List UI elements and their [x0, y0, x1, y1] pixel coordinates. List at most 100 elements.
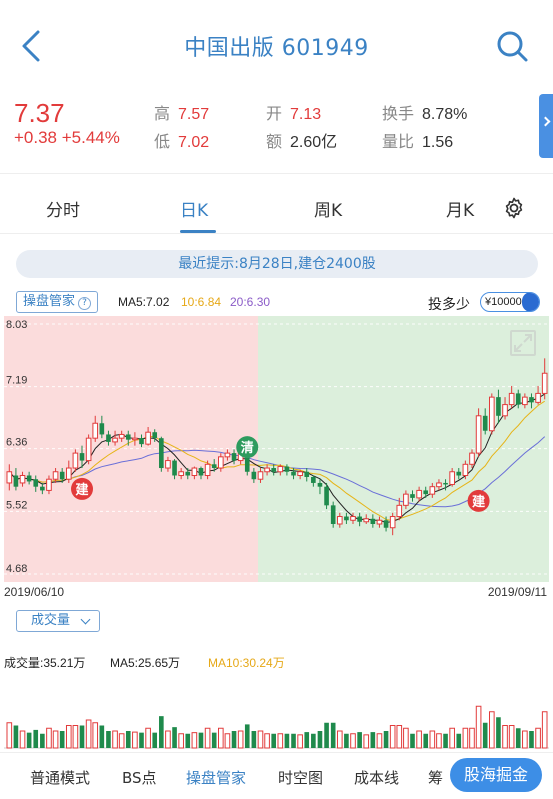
candle-body	[522, 396, 528, 406]
candle-body	[106, 434, 111, 442]
open-label: 开	[266, 104, 283, 123]
nav-bs-points[interactable]: BS点	[122, 767, 157, 788]
candle-body	[496, 397, 501, 416]
toggle-knob-icon	[522, 293, 539, 311]
volume-bar	[350, 733, 356, 749]
tab-monthly-k[interactable]: 月K	[446, 196, 474, 221]
tab-daily-k[interactable]: 日K	[180, 196, 208, 221]
candle-body	[99, 423, 105, 435]
volume-bar	[185, 733, 191, 748]
search-icon	[497, 31, 528, 62]
volume-bar	[515, 728, 521, 748]
candle-body	[145, 431, 151, 445]
volume-bar	[99, 725, 105, 748]
volume-bar	[449, 727, 455, 749]
expand-icon	[514, 334, 532, 352]
ma5-value: MA5:7.02	[118, 295, 170, 309]
indicator-row: 操盘管家? MA5:7.02 10:6.84 20:6.30 投多少 ¥1000…	[0, 290, 553, 316]
candle-body	[264, 467, 270, 473]
nav-space-time[interactable]: 时空图	[278, 767, 323, 788]
trade-marker-label: 建	[472, 494, 485, 510]
volume-bar	[231, 731, 237, 748]
volume-bar	[132, 731, 138, 749]
candle-body	[449, 471, 455, 485]
candle-body	[311, 476, 316, 483]
candle-body	[65, 467, 72, 480]
settings-button[interactable]	[502, 196, 526, 220]
invest-amount-selector[interactable]: ¥100000	[480, 292, 540, 312]
volume-bar	[376, 733, 383, 749]
y-tick-label: 6.36	[6, 437, 27, 449]
candle-body	[482, 415, 488, 431]
candle-body	[297, 471, 303, 476]
volume-bar	[496, 717, 501, 748]
trading-manager-button[interactable]: 操盘管家?	[16, 291, 99, 313]
volume-bar	[336, 730, 343, 749]
candle-body	[284, 466, 290, 472]
y-tick-label: 5.52	[6, 499, 27, 511]
candle-body	[344, 516, 349, 521]
kline-chart[interactable]: 8.03 7.19 6.36 5.52 4.68 建 清建	[0, 316, 553, 584]
nav-cost-line[interactable]: 成本线	[354, 767, 399, 788]
y-tick-label: 4.68	[6, 563, 27, 575]
candle-body	[489, 396, 495, 432]
nav-trading-manager[interactable]: 操盘管家	[186, 767, 246, 788]
candle-body	[132, 437, 138, 441]
candle-body	[191, 467, 198, 476]
volume-bar	[204, 727, 211, 749]
volume-bar	[85, 719, 92, 749]
volume-chart[interactable]	[0, 690, 553, 752]
volume-bar	[198, 732, 204, 748]
candle-body	[26, 475, 32, 482]
search-button[interactable]	[492, 26, 532, 66]
ma10-value: 10:6.84	[181, 295, 222, 309]
candle-body	[336, 516, 343, 525]
turnover-label: 换手	[382, 104, 415, 123]
candle-body	[185, 471, 191, 476]
volume-bar	[502, 725, 508, 749]
volume-bar	[423, 733, 429, 748]
volume-bar	[383, 731, 389, 748]
volume-indicator-dropdown[interactable]: 成交量	[16, 610, 100, 632]
tab-intraday[interactable]: 分时	[46, 196, 80, 221]
volume-bar	[145, 727, 151, 749]
candle-body	[317, 482, 323, 487]
candle-body	[92, 422, 99, 439]
side-drawer-tab[interactable]	[539, 94, 553, 158]
fullscreen-button[interactable]	[510, 330, 536, 356]
volume-bar	[237, 730, 244, 749]
volume-bar	[92, 722, 99, 749]
amount-stat: 额 2.60亿	[266, 128, 337, 152]
volume-bar	[118, 733, 125, 749]
tab-weekly-k[interactable]: 周K	[314, 196, 342, 221]
volume-bar	[357, 732, 362, 748]
candle-body	[462, 463, 469, 476]
candle-body	[515, 393, 521, 405]
amount-value: 2.60亿	[290, 134, 338, 151]
candle-body	[125, 434, 131, 440]
help-icon[interactable]: ?	[78, 297, 92, 310]
volume-bar	[277, 733, 284, 749]
candle-body	[277, 466, 284, 473]
recent-hint-banner[interactable]: 最近提示:8月28日,建仓2400股	[16, 250, 538, 278]
nav-chips[interactable]: 筹	[428, 767, 443, 788]
candle-body	[40, 486, 45, 491]
candle-body	[508, 392, 515, 406]
candle-body	[139, 438, 144, 445]
volume-bar	[79, 725, 85, 748]
candle-body	[423, 490, 429, 495]
candle-body	[502, 404, 508, 417]
period-tabs: 分时 日K 周K 月K	[0, 178, 553, 234]
candle-body	[330, 505, 336, 524]
volume-bar	[257, 730, 264, 749]
volume-bar	[172, 727, 177, 748]
gold-mining-button[interactable]: 股海掘金	[450, 758, 542, 792]
volume-bar	[535, 727, 541, 749]
candle-body	[389, 516, 396, 529]
volume-bar	[218, 727, 224, 749]
candle-body	[204, 463, 211, 476]
volume-bar	[40, 733, 45, 748]
nav-normal-mode[interactable]: 普通模式	[30, 767, 90, 788]
candle-body	[79, 453, 85, 461]
x-axis-end-date: 2019/09/11	[487, 585, 547, 599]
